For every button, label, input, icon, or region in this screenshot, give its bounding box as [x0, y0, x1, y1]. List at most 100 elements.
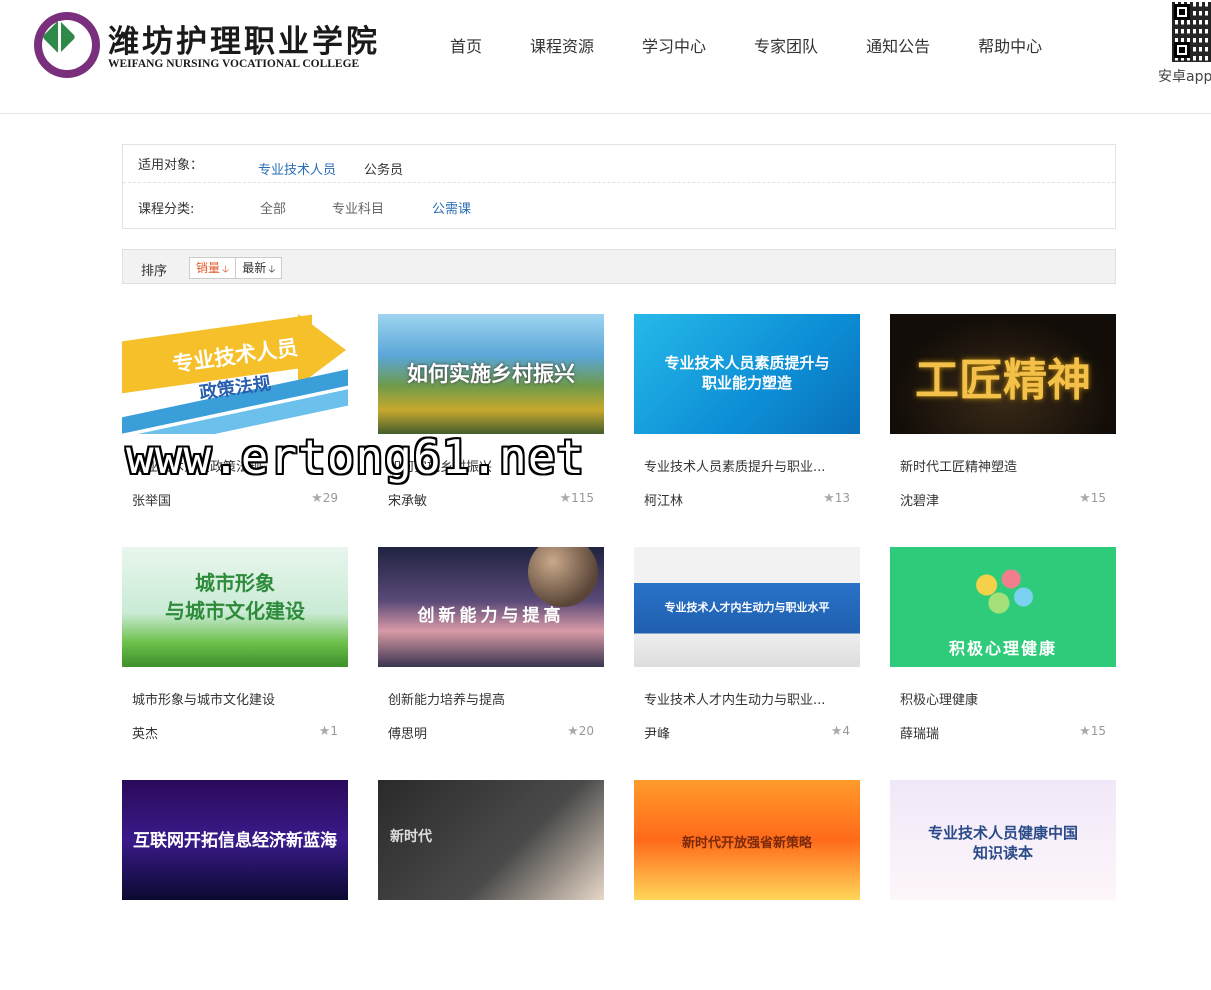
course-thumbnail: 如何实施乡村振兴	[378, 314, 604, 434]
course-title[interactable]: 创新能力培养与提高	[388, 689, 598, 708]
course-thumbnail: 城市形象 与城市文化建设	[122, 547, 348, 667]
audience-filter-row: 适用对象： 专业技术人员 公务员	[123, 145, 1115, 183]
course-author: 傅思明	[388, 727, 428, 742]
course-filters: 适用对象： 专业技术人员 公务员 课程分类: 全部 专业科目 公需课	[122, 144, 1116, 229]
course-rating: ★4	[830, 724, 850, 739]
qr-label: 安卓app	[1158, 69, 1211, 85]
course-author: 宋承敏	[388, 494, 428, 509]
course-rating: ★115	[559, 491, 594, 506]
nav-course-resources[interactable]: 课程资源	[530, 34, 594, 60]
college-emblem-icon	[34, 12, 100, 78]
category-filter-row: 课程分类: 全部 专业科目 公需课	[123, 185, 1115, 223]
course-title[interactable]: 专业技术人才内生动力与职业...	[644, 689, 854, 708]
category-option-public-courses[interactable]: 公需课	[432, 198, 471, 217]
thumbnail-text: 与城市文化建设	[165, 599, 305, 623]
thumbnail-text: 专业技术人才内生动力与职业水平	[664, 601, 830, 614]
course-thumbnail: 互联网开拓信息经济新蓝海	[122, 780, 348, 900]
course-author: 薛瑞瑞	[900, 727, 940, 742]
star-icon: ★	[559, 491, 572, 506]
thumbnail-text: 工匠精神	[915, 355, 1091, 406]
sort-by-sales-label: 销量	[196, 261, 221, 275]
star-icon: ★	[311, 491, 323, 506]
course-title[interactable]: 新时代工匠精神塑造	[900, 456, 1110, 475]
category-option-professional-subjects[interactable]: 专业科目	[332, 198, 384, 217]
nav-help-center[interactable]: 帮助中心	[978, 34, 1042, 60]
star-icon: ★	[1079, 724, 1091, 739]
course-author: 柯江林	[644, 494, 684, 509]
main-nav: 首页 课程资源 学习中心 专家团队 通知公告 帮助中心	[450, 34, 1042, 60]
course-rating: ★1	[318, 724, 338, 739]
course-card[interactable]: 新时代开放强省新策略	[634, 780, 860, 990]
course-card[interactable]: 积极心理健康 积极心理健康 薛瑞瑞 ★15	[890, 547, 1116, 757]
nav-home[interactable]: 首页	[450, 34, 482, 60]
nav-learning-center[interactable]: 学习中心	[642, 34, 706, 60]
qr-code-icon	[1172, 2, 1211, 62]
star-icon: ★	[567, 724, 579, 739]
course-thumbnail: 积极心理健康	[890, 547, 1116, 667]
audience-option-professional[interactable]: 专业技术人员	[258, 159, 336, 178]
category-filter-label: 课程分类:	[138, 202, 195, 217]
course-card[interactable]: 新时代	[378, 780, 604, 990]
logo-english-name: WEIFANG NURSING VOCATIONAL COLLEGE	[108, 58, 360, 70]
course-title[interactable]: 专业技术人员素质提升与职业...	[644, 456, 854, 475]
thumbnail-text: 专业技术人员健康中国	[927, 824, 1078, 842]
course-rating: ★15	[1079, 491, 1106, 506]
course-title[interactable]: 如何实施乡村振兴	[388, 456, 598, 475]
thumbnail-text: 新时代	[390, 829, 432, 845]
course-thumbnail: 专业技术人才内生动力与职业水平	[634, 547, 860, 667]
star-icon: ★	[830, 724, 843, 739]
sort-buttons: 销量 🡣 最新 🡣	[189, 257, 283, 279]
course-title[interactable]: 专业技术人员政策法规	[132, 456, 342, 475]
course-card[interactable]: 互联网开拓信息经济新蓝海	[122, 780, 348, 990]
course-card[interactable]: 专业技术人员健康中国 知识读本	[890, 780, 1116, 990]
thumbnail-text: 专业技术人员素质提升与	[664, 354, 830, 372]
course-card[interactable]: 工匠精神 新时代工匠精神塑造 沈碧津 ★15	[890, 314, 1116, 524]
course-rating: ★20	[567, 724, 594, 739]
thumbnail-text: 新时代开放强省新策略	[681, 836, 812, 851]
college-logo[interactable]: 潍坊护理职业学院 WEIFANG NURSING VOCATIONAL COLL…	[34, 12, 377, 78]
course-author: 沈碧津	[900, 494, 940, 509]
sort-label: 排序	[141, 264, 168, 279]
course-card[interactable]: 专业技术人才内生动力与职业水平 专业技术人才内生动力与职业... 尹峰 ★4	[634, 547, 860, 757]
course-card[interactable]: 城市形象 与城市文化建设 城市形象与城市文化建设 英杰 ★1	[122, 547, 348, 757]
course-card[interactable]: 创新能力与提高 创新能力培养与提高 傅思明 ★20	[378, 547, 604, 757]
course-thumbnail: 专业技术人员健康中国 知识读本	[890, 780, 1116, 900]
category-option-all[interactable]: 全部	[260, 198, 286, 217]
star-icon: ★	[823, 491, 835, 506]
course-thumbnail: 新时代开放强省新策略	[634, 780, 860, 900]
thumbnail-text: 创新能力与提高	[417, 606, 565, 626]
course-thumbnail: 创新能力与提高	[378, 547, 604, 667]
course-title[interactable]: 积极心理健康	[900, 689, 1110, 708]
thumbnail-text: 职业能力塑造	[701, 374, 792, 392]
course-thumbnail: 专业技术人员 政策法规	[122, 314, 348, 434]
sort-by-newest-button[interactable]: 最新 🡣	[235, 258, 281, 278]
audience-filter-label: 适用对象：	[138, 158, 204, 173]
site-header: 潍坊护理职业学院 WEIFANG NURSING VOCATIONAL COLL…	[0, 0, 1211, 114]
course-rating: ★15	[1079, 724, 1106, 739]
sort-bar: 排序 销量 🡣 最新 🡣	[122, 249, 1116, 284]
course-rating: ★29	[311, 491, 338, 506]
course-card[interactable]: 专业技术人员素质提升与 职业能力塑造 专业技术人员素质提升与职业... 柯江林 …	[634, 314, 860, 524]
course-thumbnail: 专业技术人员素质提升与 职业能力塑造	[634, 314, 860, 434]
logo-chinese-name: 潍坊护理职业学院	[108, 24, 380, 60]
course-thumbnail: 新时代	[378, 780, 604, 900]
audience-option-civil-servant[interactable]: 公务员	[364, 159, 403, 178]
star-icon: ★	[318, 724, 331, 739]
course-author: 英杰	[132, 727, 159, 742]
nav-notices[interactable]: 通知公告	[866, 34, 930, 60]
sort-by-sales-button[interactable]: 销量 🡣	[190, 258, 235, 278]
course-card[interactable]: 如何实施乡村振兴 如何实施乡村振兴 宋承敏 ★115	[378, 314, 604, 524]
thumbnail-text: 知识读本	[972, 844, 1033, 862]
thumbnail-text: 积极心理健康	[948, 639, 1057, 658]
thumbnail-text: 城市形象	[195, 571, 275, 595]
course-author: 张举国	[132, 494, 172, 509]
nav-expert-team[interactable]: 专家团队	[754, 34, 818, 60]
course-card[interactable]: 专业技术人员 政策法规 专业技术人员政策法规 张举国 ★29	[122, 314, 348, 524]
course-title[interactable]: 城市形象与城市文化建设	[132, 689, 342, 708]
course-rating: ★13	[823, 491, 850, 506]
arrow-down-icon: 🡣	[222, 264, 230, 275]
arrow-down-icon: 🡣	[268, 264, 276, 275]
course-thumbnail: 工匠精神	[890, 314, 1116, 434]
thumbnail-text: 互联网开拓信息经济新蓝海	[133, 831, 337, 851]
sort-by-newest-label: 最新	[242, 261, 267, 275]
